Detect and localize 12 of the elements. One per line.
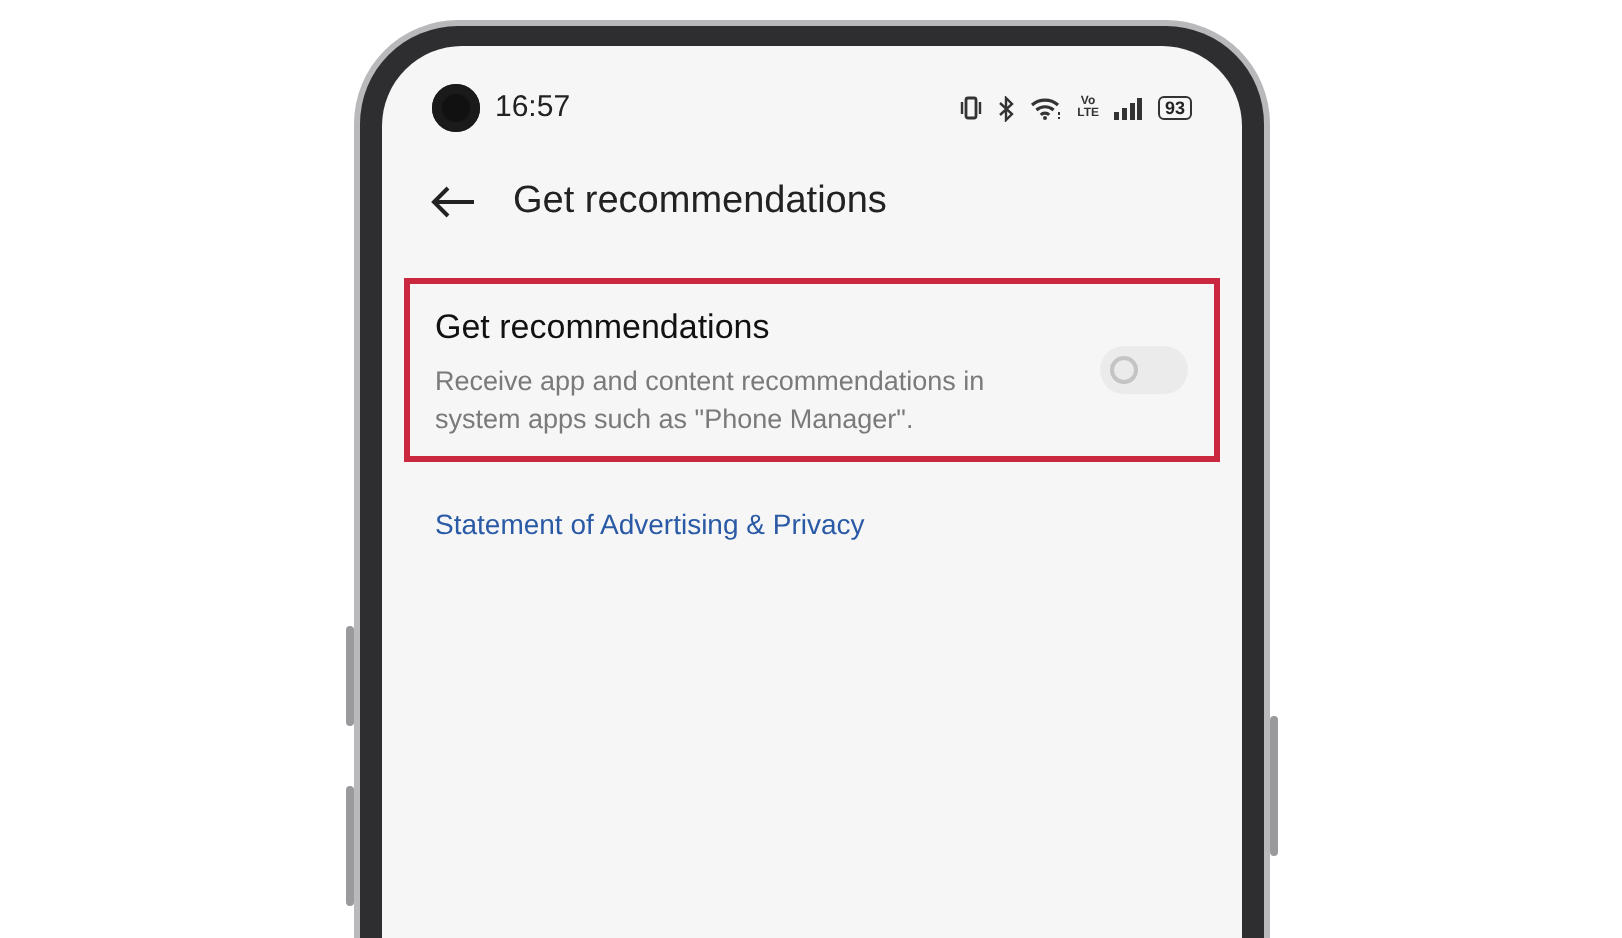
status-time: 16:57: [495, 87, 571, 128]
privacy-statement-link[interactable]: Statement of Advertising & Privacy: [435, 507, 865, 539]
setting-title: Get recommendations: [435, 306, 772, 350]
camera-icon: [431, 84, 479, 132]
vibrate-icon: [959, 96, 982, 120]
signal-icon: [1114, 97, 1143, 119]
wifi-icon: [1029, 96, 1062, 120]
back-arrow-icon[interactable]: [429, 186, 475, 218]
page-title: Get recommendations: [513, 177, 887, 226]
battery-level: 93: [1158, 96, 1191, 120]
bluetooth-icon: [997, 95, 1014, 121]
setting-description: Receive app and content recommendations in system apps such as "Phone Manager".: [435, 363, 987, 437]
